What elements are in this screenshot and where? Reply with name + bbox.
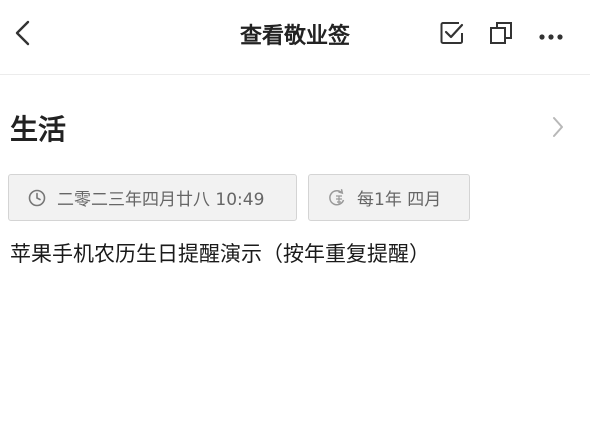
chevron-right-icon xyxy=(551,115,565,143)
clock-icon xyxy=(27,188,47,208)
more-horizontal-icon xyxy=(538,26,564,45)
note-content: 苹果手机农历生日提醒演示（按年重复提醒） xyxy=(10,242,430,266)
top-bar: 查看敬业签 xyxy=(0,0,590,75)
chevron-left-icon xyxy=(14,20,32,50)
category-label: 生活 xyxy=(10,113,67,146)
repeat-text: 每1年 四月 xyxy=(357,190,442,210)
repeat-year-icon xyxy=(327,188,347,208)
more-button[interactable] xyxy=(534,18,568,52)
complete-button[interactable] xyxy=(435,18,469,52)
copy-icon xyxy=(488,20,514,50)
reminder-time-chip[interactable]: 二零二三年四月廿八 10:49 xyxy=(8,174,297,221)
repeat-chip[interactable]: 每1年 四月 xyxy=(308,174,470,221)
reminder-time-text: 二零二三年四月廿八 10:49 xyxy=(57,190,265,210)
category-link[interactable] xyxy=(546,115,570,143)
copy-button[interactable] xyxy=(484,18,518,52)
back-button[interactable] xyxy=(6,18,40,52)
check-square-icon xyxy=(439,20,465,50)
